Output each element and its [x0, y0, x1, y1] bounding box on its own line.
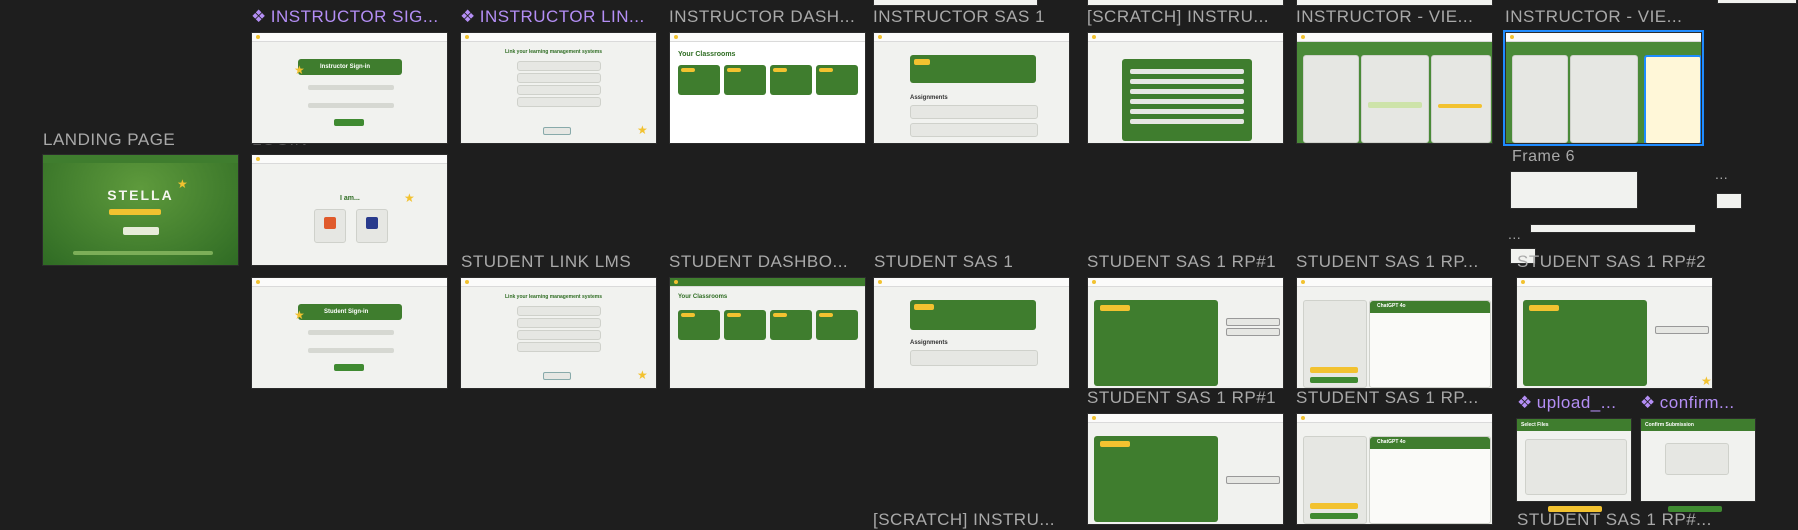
login-frame[interactable]: I am... ★ — [251, 154, 448, 266]
student-rp1-review-frame[interactable] — [1087, 413, 1284, 525]
frame-label-scratch2[interactable]: [SCRATCH] INSTRU... — [873, 510, 1068, 530]
stella-title: STELLA — [107, 187, 174, 203]
frame-label-student-rp1a[interactable]: STUDENT SAS 1 RP#1 — [1087, 252, 1282, 272]
small-node-1[interactable] — [1716, 193, 1742, 209]
frame-label-frame6[interactable]: Frame 6 — [1512, 148, 1612, 166]
password-field[interactable] — [308, 103, 394, 108]
scratch-instructor-frame[interactable] — [1087, 32, 1284, 144]
student-dashboard-frame[interactable]: Your Classrooms — [669, 277, 866, 389]
clipped-frame-2[interactable] — [1087, 0, 1284, 6]
frame-label-landing[interactable]: LANDING PAGE — [43, 130, 238, 150]
frame-label-student-sas1[interactable]: STUDENT SAS 1 — [874, 252, 1069, 272]
component-icon: ❖ — [1640, 393, 1656, 412]
star-icon: ★ — [637, 368, 648, 382]
instructor-role-card[interactable] — [314, 209, 346, 243]
instructor-dashboard-frame[interactable]: Your Classrooms — [669, 32, 866, 144]
frame-label-instructor-signin[interactable]: ❖ INSTRUCTOR SIG... — [251, 7, 446, 27]
frame-label-upload[interactable]: ❖ upload_... — [1517, 393, 1627, 413]
instructor-view1-frame[interactable] — [1296, 32, 1493, 144]
frame-label-student-rp2[interactable]: STUDENT SAS 1 RP#2 — [1517, 252, 1712, 272]
student-role-card[interactable] — [356, 209, 388, 243]
student-rp2-frame[interactable]: ★ — [1516, 277, 1713, 389]
lets-go-button[interactable] — [123, 227, 159, 235]
small-node-2[interactable] — [1530, 224, 1696, 233]
student-link-frame[interactable]: Link your learning management systems ★ — [460, 277, 657, 389]
frame-label-student-rp1b[interactable]: STUDENT SAS 1 RP... — [1296, 252, 1491, 272]
signin-button[interactable] — [334, 364, 364, 371]
i-am-title: I am... — [340, 195, 360, 202]
frame-label-student-dash[interactable]: STUDENT DASHBO... — [669, 252, 864, 272]
confirm-component[interactable]: Confirm Submission — [1640, 418, 1756, 502]
student-rp1-chat2-frame[interactable]: ChatGPT 4o — [1296, 413, 1493, 525]
ellipsis-label: ... — [1715, 166, 1729, 182]
frame-label-student-link[interactable]: STUDENT LINK LMS — [461, 252, 656, 272]
student-rp1-chat-frame[interactable]: ChatGPT 4o — [1296, 277, 1493, 389]
component-icon: ❖ — [460, 7, 476, 26]
password-field[interactable] — [308, 348, 394, 353]
landing-hero: ★ STELLA — [43, 155, 238, 265]
frame-label-instructor-dash[interactable]: INSTRUCTOR DASH... — [669, 7, 864, 27]
upload-component[interactable]: Select Files — [1516, 418, 1632, 502]
component-icon: ❖ — [251, 7, 267, 26]
frame-label-instructor-link[interactable]: ❖ INSTRUCTOR LIN... — [460, 7, 655, 27]
frame-label-instructor-view2[interactable]: INSTRUCTOR - VIE... — [1505, 7, 1700, 27]
star-icon: ★ — [404, 191, 415, 205]
star-icon: ★ — [1701, 374, 1712, 388]
star-icon: ★ — [294, 63, 305, 77]
ellipsis-label-2: ... — [1508, 226, 1522, 242]
instructor-signin-frame[interactable]: Instructor Sign-in ★ — [251, 32, 448, 144]
frame6[interactable] — [1510, 171, 1638, 209]
student-sas1-frame[interactable]: Assignments — [873, 277, 1070, 389]
frame-label-student-rp1c[interactable]: STUDENT SAS 1 RP#1 — [1087, 388, 1282, 408]
landing-page-frame[interactable]: ★ STELLA — [42, 154, 239, 266]
frame-label-instructor-view1[interactable]: INSTRUCTOR - VIE... — [1296, 7, 1491, 27]
instructor-sas1-frame[interactable]: Assignments — [873, 32, 1070, 144]
email-field[interactable] — [308, 330, 394, 335]
frame-label-confirm[interactable]: ❖ confirm... — [1640, 393, 1750, 413]
signin-button[interactable] — [334, 119, 364, 126]
student-rp1-frame[interactable] — [1087, 277, 1284, 389]
star-icon: ★ — [294, 308, 305, 322]
star-icon: ★ — [637, 123, 648, 137]
instructor-view2-frame[interactable] — [1503, 30, 1704, 146]
student-signin-frame[interactable]: Student Sign-in ★ — [251, 277, 448, 389]
frame-label-student-rp1e[interactable]: STUDENT SAS 1 RP#... — [1517, 510, 1712, 530]
clipped-frame-1[interactable] — [873, 0, 1038, 6]
email-field[interactable] — [308, 85, 394, 90]
instructor-link-frame[interactable]: Link your learning management systems ★ — [460, 32, 657, 144]
frame-label-student-rp1d[interactable]: STUDENT SAS 1 RP... — [1296, 388, 1491, 408]
frame-label-scratch1[interactable]: [SCRATCH] INSTRU... — [1087, 7, 1282, 27]
clipped-frame-3[interactable] — [1296, 0, 1493, 6]
component-icon: ❖ — [1517, 393, 1533, 412]
frame-label-instructor-sas1[interactable]: INSTRUCTOR SAS 1 — [873, 7, 1068, 27]
clipped-frame-4[interactable] — [1717, 0, 1797, 4]
